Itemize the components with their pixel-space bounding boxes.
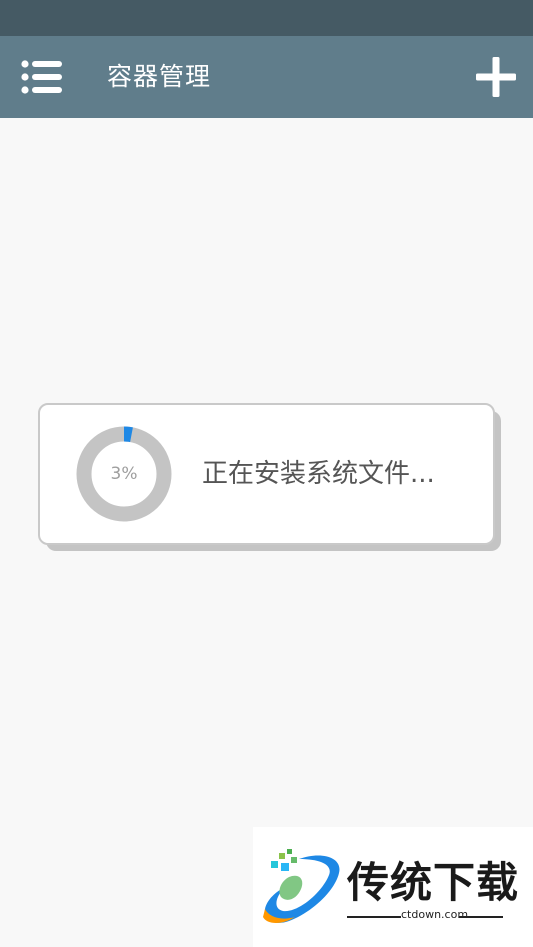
watermark-domain: ctdown.com: [401, 908, 469, 921]
list-menu-icon: [21, 60, 62, 94]
progress-dialog: 3% 正在安装系统文件...: [38, 403, 495, 545]
watermark-divider-right: [459, 916, 503, 918]
plus-icon: [476, 57, 516, 97]
ctdown-logo-icon: [263, 849, 340, 923]
watermark: 传统下载 ctdown.com: [253, 827, 533, 947]
install-status-message: 正在安装系统文件...: [202, 459, 435, 489]
status-bar: [0, 0, 533, 36]
page-title: 容器管理: [107, 62, 212, 91]
watermark-divider-left: [347, 916, 401, 918]
app-bar: 容器管理: [0, 36, 533, 118]
watermark-title: 传统下载: [347, 858, 520, 907]
add-container-button[interactable]: [469, 50, 523, 104]
menu-button[interactable]: [14, 52, 70, 102]
progress-percent-label: 3%: [110, 464, 138, 484]
